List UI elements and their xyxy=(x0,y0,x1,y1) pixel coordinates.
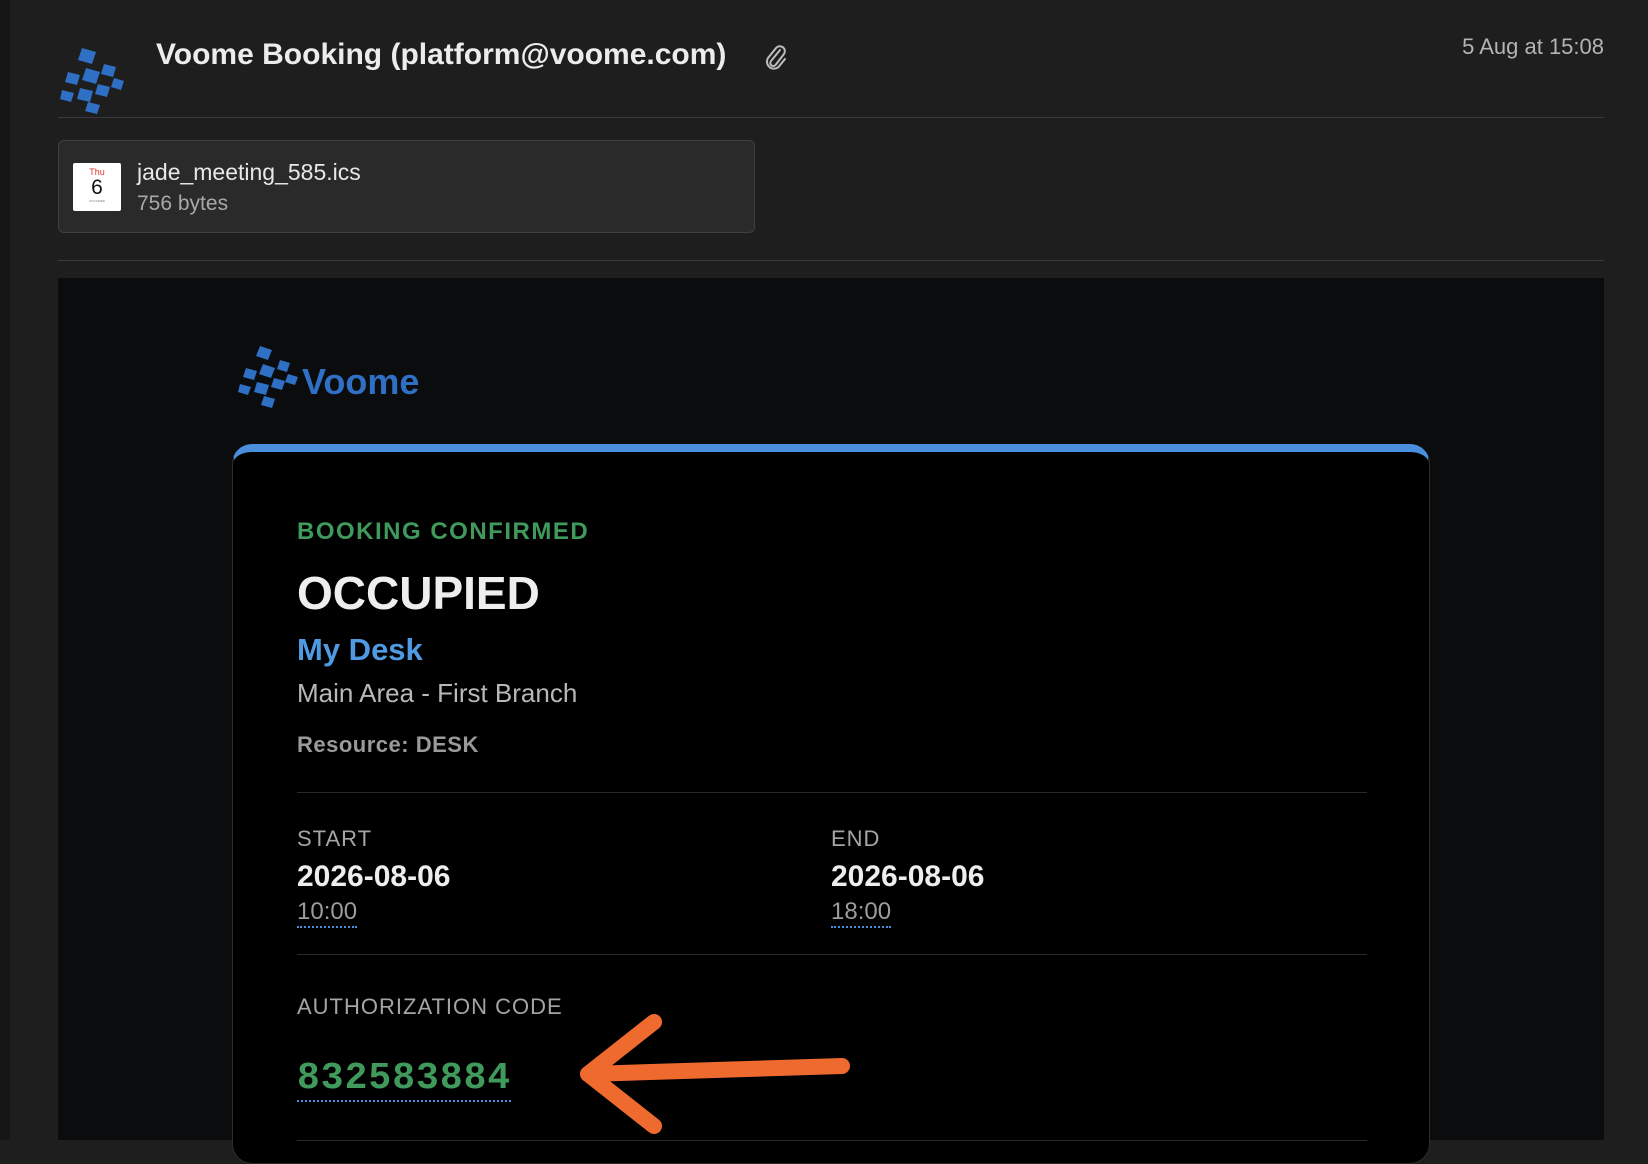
paperclip-icon xyxy=(765,45,786,70)
brand-name: Voome xyxy=(302,361,419,402)
received-date: 5 Aug at 15:08 xyxy=(1462,34,1604,59)
voome-brand-logo: Voome xyxy=(238,346,419,408)
authorization-label: AUTHORIZATION CODE xyxy=(297,994,563,1019)
end-label: END xyxy=(831,826,881,851)
resource-type: Resource: DESK xyxy=(297,732,479,757)
start-time[interactable]: 10:00 xyxy=(297,898,358,928)
sender-name[interactable]: Voome Booking (platform@voome.com) xyxy=(156,38,726,72)
card-divider xyxy=(297,1140,1367,1141)
card-divider xyxy=(297,954,1367,955)
attachment-tile[interactable]: Thu 6 OCCUPIED jade_meeting_585.ics 756 … xyxy=(58,140,755,233)
authorization-code[interactable]: 832583884 xyxy=(297,1058,512,1102)
window-edge xyxy=(0,0,10,1140)
start-label: START xyxy=(297,826,373,851)
card-divider xyxy=(297,792,1367,793)
calendar-icon-subtext: OCCUPIED xyxy=(89,199,105,203)
divider xyxy=(58,260,1604,261)
attachment-filename[interactable]: jade_meeting_585.ics xyxy=(137,159,361,186)
orange-arrow-icon xyxy=(580,1014,850,1134)
voome-logo-icon xyxy=(60,48,124,114)
end-date: 2026-08-06 xyxy=(831,860,985,893)
end-time[interactable]: 18:00 xyxy=(831,898,892,928)
message-header: Voome Booking (platform@voome.com) 5 Aug… xyxy=(58,0,1604,118)
booking-title: OCCUPIED xyxy=(297,567,540,619)
resource-name: My Desk xyxy=(297,632,423,667)
start-date: 2026-08-06 xyxy=(297,860,451,893)
status-label: BOOKING CONFIRMED xyxy=(297,518,590,545)
calendar-file-icon: Thu 6 OCCUPIED xyxy=(73,163,121,211)
calendar-icon-day: 6 xyxy=(91,176,103,199)
email-body: Voome BOOKING CONFIRMED OCCUPIED My Desk… xyxy=(58,278,1604,1164)
location: Main Area - First Branch xyxy=(297,678,578,708)
attachment-size: 756 bytes xyxy=(137,192,229,215)
